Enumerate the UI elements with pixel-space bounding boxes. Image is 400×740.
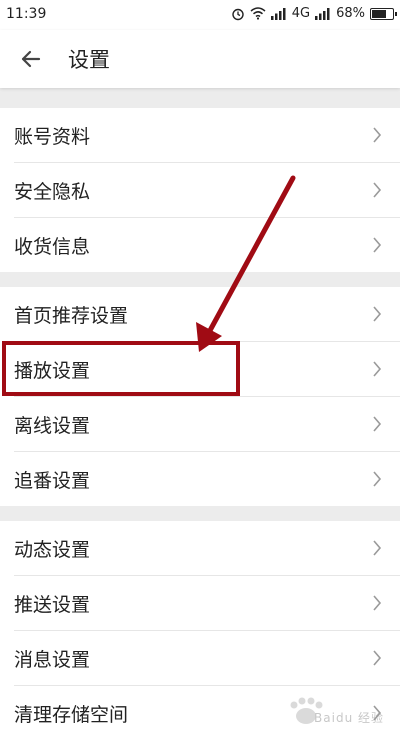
settings-item-messages[interactable]: 消息设置 <box>14 631 400 686</box>
signal-icon <box>270 7 286 20</box>
settings-item-label: 首页推荐设置 <box>14 305 129 327</box>
chevron-right-icon <box>373 182 382 198</box>
settings-item-label: 追番设置 <box>14 470 91 492</box>
battery-icon <box>370 7 397 20</box>
status-bar: 11:39 4G 68% <box>0 0 400 30</box>
chevron-right-icon <box>373 127 382 143</box>
chevron-right-icon <box>373 237 382 253</box>
settings-item-shipping-info[interactable]: 收货信息 <box>14 218 400 272</box>
chevron-right-icon <box>373 471 382 487</box>
battery-percent: 68% <box>336 6 365 21</box>
settings-item-account-profile[interactable]: 账号资料 <box>14 108 400 163</box>
settings-item-label: 收货信息 <box>14 236 91 258</box>
status-time: 11:39 <box>6 6 47 22</box>
settings-item-label: 动态设置 <box>14 539 91 561</box>
app-header: 设置 <box>0 30 400 88</box>
settings-group-content: 首页推荐设置 播放设置 离线设置 追番设置 <box>0 287 400 506</box>
chevron-right-icon <box>373 595 382 611</box>
back-arrow-icon[interactable] <box>18 46 44 72</box>
settings-item-security-privacy[interactable]: 安全隐私 <box>14 163 400 218</box>
chevron-right-icon <box>373 306 382 322</box>
settings-item-label: 离线设置 <box>14 415 91 437</box>
settings-item-label: 账号资料 <box>14 126 91 148</box>
alarm-icon <box>232 8 244 20</box>
chevron-right-icon <box>373 361 382 377</box>
status-icons: 4G 68% <box>231 6 397 21</box>
settings-item-follow-series[interactable]: 追番设置 <box>14 452 400 506</box>
chevron-right-icon <box>373 416 382 432</box>
settings-item-feed[interactable]: 动态设置 <box>14 521 400 576</box>
highlight-box <box>2 341 240 396</box>
page-title: 设置 <box>68 48 110 72</box>
chevron-right-icon <box>373 540 382 556</box>
settings-item-push[interactable]: 推送设置 <box>14 576 400 631</box>
settings-item-home-recommend[interactable]: 首页推荐设置 <box>14 287 400 342</box>
settings-item-label: 消息设置 <box>14 649 91 671</box>
wifi-icon <box>250 7 266 20</box>
chevron-right-icon <box>373 650 382 666</box>
settings-item-label: 推送设置 <box>14 594 91 616</box>
settings-item-offline[interactable]: 离线设置 <box>14 397 400 452</box>
baidu-watermark-logo: Baidu 经验 <box>284 696 394 732</box>
settings-group-account: 账号资料 安全隐私 收货信息 <box>0 108 400 272</box>
network-type: 4G <box>291 6 311 21</box>
signal-icon-2 <box>315 7 330 20</box>
settings-item-label: 安全隐私 <box>14 181 91 203</box>
settings-item-label: 清理存储空间 <box>14 704 129 726</box>
watermark-text: Baidu 经验 <box>314 711 384 725</box>
